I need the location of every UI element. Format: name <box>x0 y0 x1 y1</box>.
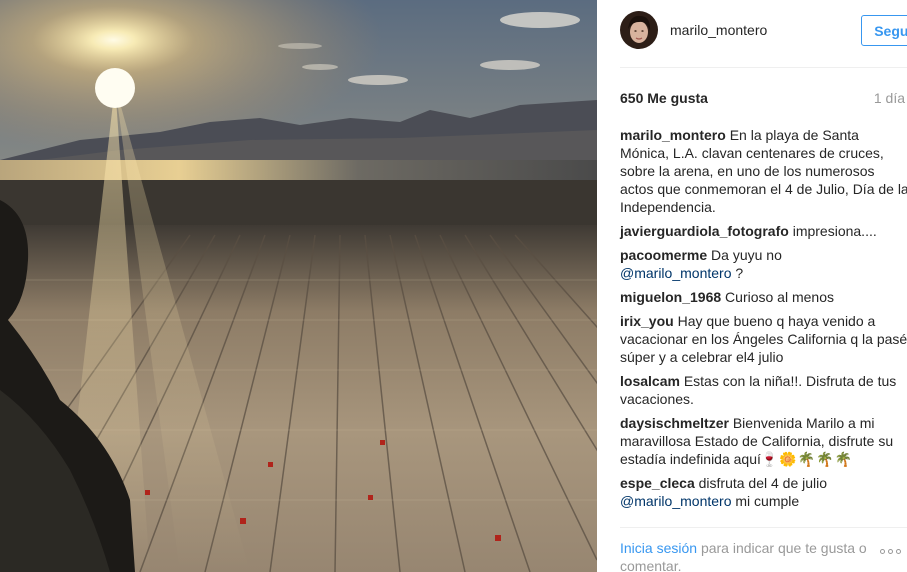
comment-item: miguelon_1968 Curioso al menos <box>620 288 907 306</box>
dot-icon <box>888 548 893 554</box>
dot-icon <box>880 548 885 554</box>
post-header: marilo_montero Seguir <box>620 11 907 49</box>
comment-mention[interactable]: @marilo_montero <box>620 493 731 509</box>
comment-item: losalcam Estas con la niña!!. Disfruta d… <box>620 372 907 408</box>
comment-text: Curioso al menos <box>725 289 834 305</box>
likes-row: 650 Me gusta 1 día <box>620 90 907 108</box>
footer-divider <box>620 527 907 528</box>
post-side-panel: marilo_montero Seguir 650 Me gusta 1 día… <box>597 0 907 572</box>
dot-icon <box>896 548 901 554</box>
comment-text: Da yuyu no <box>711 247 782 263</box>
comment-text-after: ? <box>731 265 744 281</box>
comment-username[interactable]: marilo_montero <box>620 127 726 143</box>
comment-item: daysischmeltzer Bienvenida Marilo a mi m… <box>620 414 907 468</box>
comment-item: irix_you Hay que bueno q haya venido a v… <box>620 312 907 366</box>
comment-text: impresiona.... <box>792 223 877 239</box>
login-link[interactable]: Inicia sesión <box>620 540 697 556</box>
beach-sunset-image <box>0 0 597 572</box>
comment-username[interactable]: miguelon_1968 <box>620 289 721 305</box>
comment-username[interactable]: losalcam <box>620 373 680 389</box>
caption: marilo_montero En la playa de Santa Móni… <box>620 126 907 216</box>
comment-item: espe_cleca disfruta del 4 de julio @mari… <box>620 474 907 510</box>
header-divider <box>620 67 907 68</box>
comment-text-after: mi cumple <box>731 493 800 509</box>
comment-item: pacoomerme Da yuyu no @marilo_montero ? <box>620 246 907 282</box>
post-photo[interactable] <box>0 0 597 572</box>
avatar-image <box>620 11 658 49</box>
comment-username[interactable]: javierguardiola_fotografo <box>620 223 789 239</box>
instagram-post: marilo_montero Seguir 650 Me gusta 1 día… <box>0 0 907 572</box>
comment-username[interactable]: espe_cleca <box>620 475 695 491</box>
likes-count[interactable]: 650 Me gusta <box>620 90 708 106</box>
comment-mention[interactable]: @marilo_montero <box>620 265 731 281</box>
follow-button[interactable]: Seguir <box>861 15 907 46</box>
comment-emoji: 🍷🌼🌴🌴🌴 <box>760 451 854 467</box>
comment-username[interactable]: pacoomerme <box>620 247 707 263</box>
comment-username[interactable]: irix_you <box>620 313 674 329</box>
comment-text: disfruta del 4 de julio <box>698 475 828 491</box>
header-username[interactable]: marilo_montero <box>670 22 767 38</box>
comment-item: javierguardiola_fotografo impresiona.... <box>620 222 907 240</box>
comment-username[interactable]: daysischmeltzer <box>620 415 729 431</box>
more-options-icon[interactable] <box>880 546 906 556</box>
comments-list: marilo_montero En la playa de Santa Móni… <box>620 126 907 516</box>
post-time[interactable]: 1 día <box>874 90 905 106</box>
login-prompt: Inicia sesión para indicar que te gusta … <box>620 539 878 572</box>
profile-avatar[interactable] <box>620 11 658 49</box>
